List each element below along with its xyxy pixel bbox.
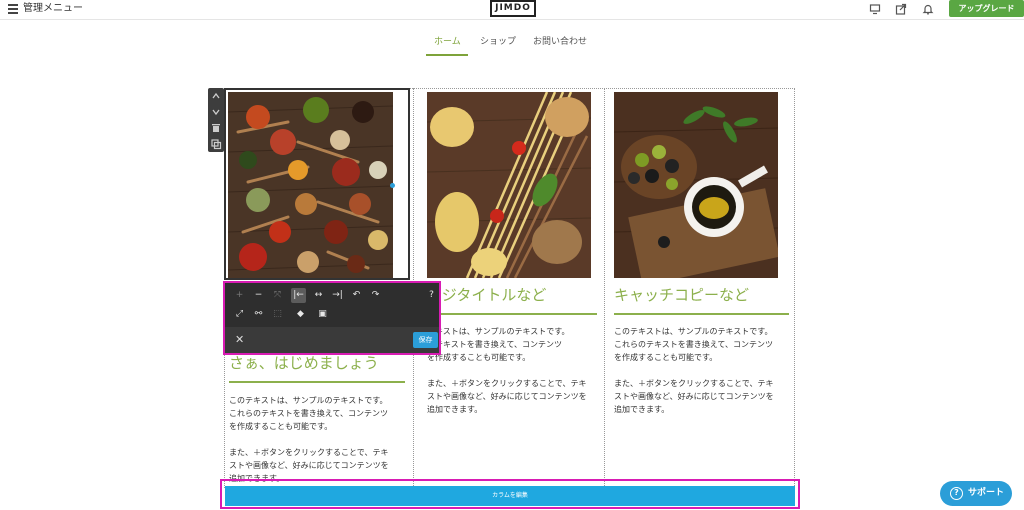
- text-line: このテキストは、サンプルのテキストです。: [614, 327, 773, 336]
- column-divider: [410, 88, 795, 89]
- close-icon[interactable]: ✕: [235, 333, 244, 347]
- rotate-right-icon[interactable]: ↷: [368, 288, 383, 303]
- top-bar: 管理メニュー JIMDO アップグレード: [0, 0, 1024, 20]
- tag-icon[interactable]: ◆: [293, 307, 308, 322]
- share-icon[interactable]: [895, 3, 907, 15]
- link-icon[interactable]: ⚯: [251, 307, 266, 322]
- align-left-icon[interactable]: |←: [291, 288, 306, 303]
- column-heading[interactable]: キャッチコピーなど: [614, 286, 749, 304]
- column-edit-button[interactable]: カラムを編集: [225, 486, 795, 506]
- heading-divider: [614, 313, 789, 315]
- column-text[interactable]: このテキストは、サンプルのテキストです。 これらのテキストを書き換えて、コンテン…: [614, 325, 794, 416]
- upgrade-button[interactable]: アップグレード: [949, 0, 1024, 17]
- toolbar-row: + − ⤧ |← ↔ →| ↶ ↷ ?: [229, 288, 439, 306]
- nav-item-shop[interactable]: ショップ: [480, 36, 516, 48]
- resize-icon[interactable]: ⤢: [232, 307, 247, 322]
- text-line: のテキストを書き換えて、コンテンツ: [427, 340, 562, 349]
- bell-icon[interactable]: [922, 3, 934, 15]
- column-divider: [794, 88, 795, 488]
- text-line: これらのテキストを書き換えて、コンテンツ: [614, 340, 773, 349]
- column-text[interactable]: このテキストは、サンプルのテキストです。 これらのテキストを書き換えて、コンテン…: [229, 394, 409, 485]
- column-heading[interactable]: ージタイトルなど: [427, 286, 546, 304]
- column-heading[interactable]: さぁ、はじめましょう: [229, 354, 379, 372]
- selected-image-frame: [224, 88, 410, 280]
- text-line: を作成することも可能です。: [614, 353, 718, 362]
- pasta-photo[interactable]: [427, 92, 591, 278]
- toolbar-row: ⤢ ⚯ ⬚ ◆ ▣: [229, 307, 439, 325]
- nav-item-contact[interactable]: お問い合わせ: [533, 36, 587, 48]
- delete-icon[interactable]: [208, 120, 224, 136]
- site-navigation: ホーム ショップ お問い合わせ: [0, 36, 1024, 56]
- move-up-icon[interactable]: [208, 88, 224, 104]
- help-icon[interactable]: ?: [424, 288, 439, 303]
- text-line: ストや画像など、好みに応じてコンテンツを: [614, 392, 774, 401]
- nav-item-home[interactable]: ホーム: [434, 36, 461, 48]
- admin-menu-label[interactable]: 管理メニュー: [23, 2, 83, 16]
- text-line: テキストは、サンプルのテキストです。: [427, 327, 570, 336]
- heading-divider: [427, 313, 597, 315]
- text-line: 追加できます。: [614, 405, 670, 414]
- olives-photo[interactable]: [614, 92, 778, 278]
- rotate-left-icon[interactable]: ↶: [349, 288, 364, 303]
- page-heading-partial: [240, 58, 370, 64]
- text-line: を作成することも可能です。: [427, 353, 531, 362]
- align-center-icon[interactable]: ↔: [311, 288, 326, 303]
- image-edit-toolbar: + − ⤧ |← ↔ →| ↶ ↷ ? ⤢ ⚯ ⬚ ◆ ▣ ✕ 保存: [223, 281, 441, 355]
- move-down-icon[interactable]: [208, 104, 224, 120]
- text-line: また、＋ボタンをクリックすることで、テキ: [229, 448, 389, 457]
- text-line: 追加できます。: [427, 405, 483, 414]
- text-line: ストや画像など、好みに応じてコンテンツを: [427, 392, 587, 401]
- caption-icon[interactable]: ▣: [315, 307, 330, 322]
- text-line: これらのテキストを書き換えて、コンテンツ: [229, 409, 388, 418]
- block-side-toolbar: [208, 88, 224, 152]
- desktop-preview-icon[interactable]: [869, 3, 881, 15]
- heading-divider: [229, 381, 405, 383]
- nav-active-underline: [426, 54, 468, 56]
- text-line: また、＋ボタンをクリックすることで、テキ: [614, 379, 774, 388]
- copy-icon[interactable]: [208, 136, 224, 152]
- align-right-icon[interactable]: →|: [330, 288, 345, 303]
- zoom-in-icon[interactable]: +: [232, 288, 247, 303]
- text-line: また、＋ボタンをクリックすることで、テキ: [427, 379, 587, 388]
- jimdo-logo: JIMDO: [490, 0, 536, 17]
- toolbar-footer: ✕ 保存: [225, 327, 439, 353]
- text-line: ストや画像など、好みに応じてコンテンツを: [229, 461, 389, 470]
- column-text[interactable]: テキストは、サンプルのテキストです。 のテキストを書き換えて、コンテンツ を作成…: [427, 325, 607, 416]
- text-line: このテキストは、サンプルのテキストです。: [229, 396, 388, 405]
- support-label: サポート: [968, 488, 1005, 498]
- zoom-out-icon[interactable]: −: [251, 288, 266, 303]
- text-line: を作成することも可能です。: [229, 422, 333, 431]
- resize-handle[interactable]: [390, 183, 395, 188]
- column-divider: [604, 88, 605, 488]
- save-button[interactable]: 保存: [413, 332, 438, 348]
- fit-icon[interactable]: ⤧: [270, 288, 285, 303]
- crop-icon[interactable]: ⬚: [270, 307, 285, 322]
- help-circle-icon: ?: [950, 487, 963, 500]
- hamburger-icon[interactable]: [8, 4, 18, 14]
- support-button[interactable]: ? サポート: [940, 481, 1012, 506]
